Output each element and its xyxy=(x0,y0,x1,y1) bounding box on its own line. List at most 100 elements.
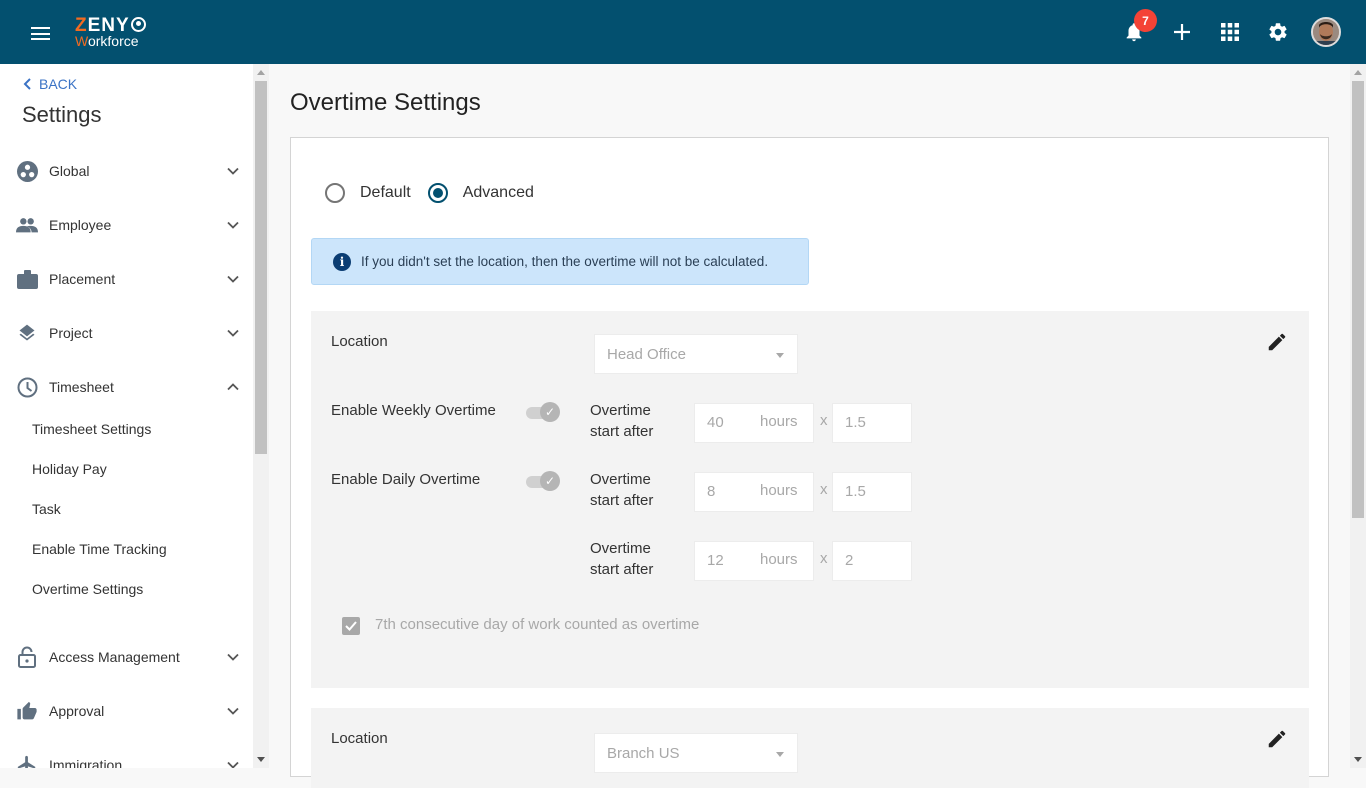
airplane-icon xyxy=(16,754,38,768)
sidebar-item-global[interactable]: Global xyxy=(0,151,253,191)
gear-icon[interactable] xyxy=(1266,20,1290,44)
logo[interactable]: ZENY Workforce xyxy=(75,16,146,48)
location-select-value: Head Office xyxy=(607,345,686,363)
plus-icon[interactable] xyxy=(1170,20,1194,44)
chevron-down-icon xyxy=(227,329,239,337)
alert-text: If you didn't set the location, then the… xyxy=(361,254,769,269)
scrollbar-thumb[interactable] xyxy=(255,81,267,454)
daily-hours-input[interactable]: 8 hours xyxy=(694,472,814,512)
info-alert: i If you didn't set the location, then t… xyxy=(311,238,809,285)
info-icon: i xyxy=(333,252,351,271)
check-icon xyxy=(345,621,357,631)
sidebar-item-label: Placement xyxy=(49,271,116,287)
sidebar-item-label: Timesheet xyxy=(49,379,114,395)
sidebar-subitem-holiday-pay[interactable]: Holiday Pay xyxy=(32,461,107,477)
location-select[interactable]: Branch US xyxy=(594,733,798,773)
page-title: Overtime Settings xyxy=(290,89,481,116)
menu-icon[interactable] xyxy=(31,27,50,40)
sidebar-item-label: Approval xyxy=(49,703,105,719)
seventh-day-checkbox[interactable] xyxy=(342,617,360,635)
location-select[interactable]: Head Office xyxy=(594,334,798,374)
lock-icon xyxy=(16,646,38,668)
chevron-down-icon xyxy=(227,167,239,175)
multiply-sign: x xyxy=(820,481,828,498)
multiply-sign: x xyxy=(820,412,828,429)
scroll-up-arrow-icon[interactable] xyxy=(1354,70,1362,75)
layers-icon xyxy=(16,322,38,344)
rule-label: Overtime start after xyxy=(590,471,654,509)
sidebar-item-immigration[interactable]: Immigration xyxy=(0,745,253,768)
daily-overtime-toggle[interactable]: ✓ xyxy=(524,470,562,492)
multiply-sign: x xyxy=(820,550,828,567)
radio-default-label[interactable]: Default xyxy=(360,184,411,202)
sidebar-title: Settings xyxy=(22,102,102,127)
seventh-day-label: 7th consecutive day of work counted as o… xyxy=(375,616,700,633)
sidebar-item-placement[interactable]: Placement xyxy=(0,259,253,299)
apps-grid-icon[interactable] xyxy=(1218,20,1242,44)
chevron-up-icon xyxy=(227,383,239,391)
radio-default[interactable] xyxy=(325,183,345,203)
check-icon: ✓ xyxy=(540,471,560,491)
location-section: Location Branch US xyxy=(311,708,1309,788)
scroll-up-arrow-icon[interactable] xyxy=(257,70,265,75)
chevron-down-icon xyxy=(227,275,239,283)
logo-subtext: orkforce xyxy=(87,33,139,49)
location-select-value: Branch US xyxy=(607,744,680,762)
sidebar-item-employee[interactable]: Employee xyxy=(0,205,253,245)
sidebar-subitem-overtime-settings[interactable]: Overtime Settings xyxy=(32,581,143,597)
sidebar-item-label: Project xyxy=(49,325,93,341)
chevron-down-icon xyxy=(227,221,239,229)
sidebar-subitem-timesheet-settings[interactable]: Timesheet Settings xyxy=(32,421,151,437)
avatar[interactable] xyxy=(1311,17,1341,47)
dropdown-caret-icon xyxy=(776,353,784,358)
sidebar-item-label: Global xyxy=(49,163,90,179)
overtime-settings-card: Default Advanced i If you didn't set the… xyxy=(290,137,1329,788)
sidebar-item-timesheet[interactable]: Timesheet xyxy=(0,367,253,407)
radio-advanced[interactable] xyxy=(427,183,448,203)
check-icon: ✓ xyxy=(540,402,560,422)
chevron-down-icon xyxy=(227,761,239,768)
rule-label: Overtime start after xyxy=(590,540,654,578)
sidebar-subitem-task[interactable]: Task xyxy=(32,501,61,517)
sidebar: BACK Settings Global Employee Placement … xyxy=(0,64,253,768)
sidebar-item-project[interactable]: Project xyxy=(0,313,253,353)
scrollbar-thumb[interactable] xyxy=(1352,81,1364,518)
sidebar-item-label: Immigration xyxy=(49,757,123,768)
weekly-multiplier-input[interactable]: 1.5 xyxy=(832,403,912,443)
sidebar-subitem-enable-time-tracking[interactable]: Enable Time Tracking xyxy=(32,541,167,557)
sidebar-item-access-management[interactable]: Access Management xyxy=(0,637,253,677)
sidebar-scrollbar[interactable] xyxy=(253,64,269,768)
chevron-left-icon xyxy=(23,78,31,90)
location-section: Location Head Office Enable Weekly Overt… xyxy=(311,311,1309,688)
briefcase-icon xyxy=(16,268,38,290)
weekly-overtime-toggle[interactable]: ✓ xyxy=(524,401,562,423)
back-link[interactable]: BACK xyxy=(23,76,77,92)
mode-radio-group: Default Advanced xyxy=(325,183,551,203)
weekly-overtime-label: Enable Weekly Overtime xyxy=(331,402,496,419)
radio-advanced-label[interactable]: Advanced xyxy=(463,184,534,202)
pencil-edit-icon[interactable] xyxy=(1266,728,1288,750)
weekly-hours-input[interactable]: 40 hours xyxy=(694,403,814,443)
clock-icon xyxy=(16,376,38,398)
sidebar-item-label: Employee xyxy=(49,217,112,233)
logo-face-icon xyxy=(130,17,146,32)
daily-multiplier-input[interactable]: 1.5 xyxy=(832,472,912,512)
sidebar-item-approval[interactable]: Approval xyxy=(0,691,253,731)
daily-tier2-multiplier-input[interactable]: 2 xyxy=(832,541,912,581)
pencil-edit-icon[interactable] xyxy=(1266,331,1288,353)
global-icon xyxy=(16,160,38,182)
scroll-down-arrow-icon[interactable] xyxy=(1354,757,1362,762)
scroll-down-arrow-icon[interactable] xyxy=(257,757,265,762)
notification-badge: 7 xyxy=(1134,9,1157,32)
dropdown-caret-icon xyxy=(776,752,784,757)
logo-letter: W xyxy=(75,33,88,49)
daily-overtime-label: Enable Daily Overtime xyxy=(331,471,481,488)
people-icon xyxy=(16,214,38,236)
sidebar-item-label: Access Management xyxy=(49,649,180,665)
thumbs-up-icon xyxy=(16,700,38,722)
top-bar: ZENY Workforce 7 xyxy=(0,0,1366,64)
rule-label: Overtime start after xyxy=(590,402,654,440)
location-label: Location xyxy=(331,730,388,747)
daily-tier2-hours-input[interactable]: 12 hours xyxy=(694,541,814,581)
main-scrollbar[interactable] xyxy=(1350,64,1366,768)
